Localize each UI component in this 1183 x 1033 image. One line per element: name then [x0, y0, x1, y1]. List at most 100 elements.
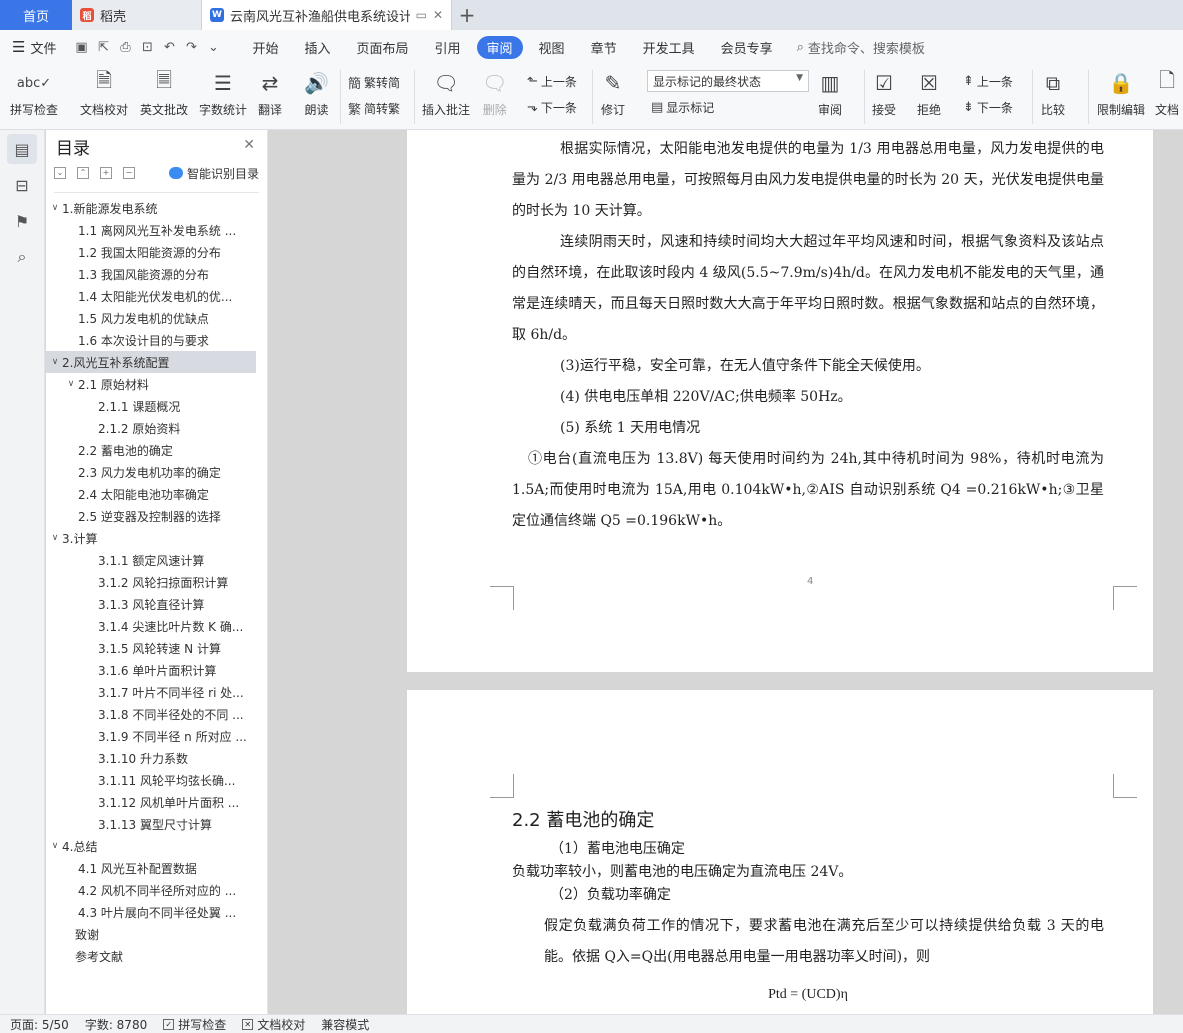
toc-item[interactable]: 4.1 风光互补配置数据	[46, 857, 256, 879]
reject-button[interactable]: ☒ 拒绝	[917, 68, 941, 118]
toc-item[interactable]: 2.5 逆变器及控制器的选择	[46, 505, 256, 527]
nav-pane-icon[interactable]: ⊟	[7, 170, 37, 200]
toc-item[interactable]: 致谢	[46, 923, 256, 945]
toc-item[interactable]: 3.1.4 尖速比叶片数 K 确...	[46, 615, 256, 637]
remove-item-icon[interactable]: −	[123, 167, 135, 179]
toc-item[interactable]: 3.1.5 风轮转速 N 计算	[46, 637, 256, 659]
menu-member[interactable]: 会员专享	[711, 36, 783, 59]
export-icon[interactable]: ⇱	[92, 40, 114, 55]
chevron-down-icon[interactable]: ∨	[48, 841, 62, 851]
toc-item[interactable]: 3.1.7 叶片不同半径 ri 处...	[46, 681, 256, 703]
close-icon[interactable]: ✕	[243, 137, 255, 153]
redo-icon[interactable]: ↷	[180, 40, 202, 55]
revise-button[interactable]: ✎ 修订	[601, 68, 625, 118]
menu-view[interactable]: 视图	[529, 36, 575, 59]
word-count-button[interactable]: ☰ 字数统计	[199, 68, 247, 118]
menu-references[interactable]: 引用	[425, 36, 471, 59]
menu-developer[interactable]: 开发工具	[633, 36, 705, 59]
toc-item[interactable]: 1.3 我国风能资源的分布	[46, 263, 256, 285]
toc-item[interactable]: ∨ 1.新能源发电系统	[46, 197, 256, 219]
toc-item[interactable]: 2.2 蓄电池的确定	[46, 439, 256, 461]
chevron-down-icon[interactable]: ∨	[48, 203, 62, 213]
toc-item[interactable]: 3.1.6 单叶片面积计算	[46, 659, 256, 681]
document-page[interactable]: 根据实际情况，太阳能电池发电提供的电量为 1/3 用电器总用电量，风力发电提供的…	[407, 130, 1153, 672]
delete-comment-button[interactable]: 🗨 删除	[482, 68, 507, 118]
toc-item[interactable]: 4.2 风机不同半径所对应的 ...	[46, 879, 256, 901]
toc-item[interactable]: 3.1.3 风轮直径计算	[46, 593, 256, 615]
word-count-indicator[interactable]: 字数: 8780	[85, 1016, 147, 1033]
tab-home[interactable]: 首页	[0, 0, 72, 30]
print-icon[interactable]: ⎙	[114, 40, 136, 55]
bookmark-icon[interactable]: ⚑	[7, 206, 37, 236]
collapse-all-icon[interactable]: ⌄	[54, 167, 66, 179]
toc-panel-icon[interactable]: ▤	[7, 134, 37, 164]
toc-item[interactable]: 1.1 离网风光互补发电系统 ...	[46, 219, 256, 241]
spell-check-toggle[interactable]: ✓ 拼写检查	[163, 1016, 226, 1033]
doc-proof-toggle[interactable]: ✕ 文档校对	[242, 1016, 305, 1033]
search-icon[interactable]: ⌕	[7, 242, 37, 272]
read-aloud-button[interactable]: 🔊 朗读	[304, 68, 329, 118]
doc-proof-button[interactable]: 🗎 文档校对	[80, 68, 128, 118]
print-preview-icon[interactable]: ⊡	[136, 40, 158, 55]
chevron-down-icon[interactable]: ∨	[48, 533, 62, 543]
menu-page-layout[interactable]: 页面布局	[347, 36, 419, 59]
toc-item[interactable]: ∨ 2.风光互补系统配置	[46, 351, 256, 373]
chevron-down-icon[interactable]: ∨	[64, 379, 78, 389]
new-tab-button[interactable]: +	[452, 0, 482, 30]
toc-item[interactable]: ∨ 2.1 原始材料	[46, 373, 256, 395]
save-icon[interactable]: ▣	[70, 40, 92, 55]
accept-button[interactable]: ☑ 接受	[872, 68, 896, 118]
insert-comment-button[interactable]: 🗨 插入批注	[422, 68, 470, 118]
toc-item[interactable]: 3.1.9 不同半径 n 所对应 ...	[46, 725, 256, 747]
compare-button[interactable]: ⧉ 比较	[1041, 68, 1065, 118]
toc-item[interactable]: 1.4 太阳能光伏发电机的优...	[46, 285, 256, 307]
review-pane-button[interactable]: ▥ 审阅	[818, 68, 842, 118]
add-item-icon[interactable]: +	[100, 167, 112, 179]
menu-start[interactable]: 开始	[242, 36, 288, 59]
toc-item[interactable]: 1.5 风力发电机的优缺点	[46, 307, 256, 329]
en-review-button[interactable]: 🗏 英文批改	[140, 68, 188, 118]
doc-permission-button[interactable]: 🗋 文档	[1155, 68, 1179, 118]
toc-item[interactable]: ∨ 3.计算	[46, 527, 256, 549]
menu-insert[interactable]: 插入	[294, 36, 340, 59]
toc-item[interactable]: 3.1.2 风轮扫掠面积计算	[46, 571, 256, 593]
toc-item[interactable]: 3.1.10 升力系数	[46, 747, 256, 769]
expand-up-icon[interactable]: ⌃	[77, 167, 89, 179]
markup-state-select[interactable]: 显示标记的最终状态 ▼	[647, 70, 809, 92]
document-page[interactable]: 2.2 蓄电池的确定 （1）蓄电池电压确定 负载功率较小，则蓄电池的电压确定为直…	[407, 690, 1153, 1014]
trad-to-simp-button[interactable]: 簡 繁转简	[348, 73, 400, 92]
toc-item[interactable]: 参考文献	[46, 945, 256, 967]
next-change-button[interactable]: ⇟ 下一条	[963, 99, 1013, 116]
tab-document[interactable]: W 云南风光互补渔船供电系统设计 ▭ ✕	[202, 0, 452, 30]
customize-chevron-icon[interactable]: ⌄	[202, 40, 224, 55]
document-area[interactable]: 根据实际情况，太阳能电池发电提供的电量为 1/3 用电器总用电量，风力发电提供的…	[269, 130, 1183, 1014]
toc-item[interactable]: 1.2 我国太阳能资源的分布	[46, 241, 256, 263]
next-comment-button[interactable]: ⬎ 下一条	[527, 99, 577, 116]
toc-item[interactable]: 3.1.11 风轮平均弦长确...	[46, 769, 256, 791]
tab-daoke[interactable]: 稻 稻壳	[72, 0, 202, 30]
spellcheck-button[interactable]: abc✓ 拼写检查	[10, 68, 58, 118]
toc-item[interactable]: 3.1.1 额定风速计算	[46, 549, 256, 571]
undo-icon[interactable]: ↶	[158, 40, 180, 55]
toc-item[interactable]: 4.3 叶片展向不同半径处翼 ...	[46, 901, 256, 923]
simp-to-trad-button[interactable]: 繁 简转繁	[348, 99, 400, 118]
toc-item[interactable]: 2.3 风力发电机功率的确定	[46, 461, 256, 483]
show-markup-button[interactable]: ▤ 显示标记	[651, 99, 714, 116]
monitor-icon[interactable]: ▭	[416, 8, 427, 22]
smart-toc-button[interactable]: 智能识别目录	[168, 165, 259, 182]
menu-chapter[interactable]: 章节	[581, 36, 627, 59]
restrict-edit-button[interactable]: 🔒 限制编辑	[1097, 68, 1145, 118]
toc-item[interactable]: ∨ 4.总结	[46, 835, 256, 857]
file-menu[interactable]: ☰ 文件	[12, 38, 56, 57]
menu-review[interactable]: 审阅	[476, 35, 523, 59]
toc-item[interactable]: 3.1.8 不同半径处的不同 ...	[46, 703, 256, 725]
command-search[interactable]: ⌕ 查找命令、搜索模板	[797, 38, 925, 57]
toc-item[interactable]: 1.6 本次设计目的与要求	[46, 329, 256, 351]
toc-item[interactable]: 3.1.12 风机单叶片面积 ...	[46, 791, 256, 813]
toc-item[interactable]: 3.1.13 翼型尺寸计算	[46, 813, 256, 835]
toc-item[interactable]: 2.1.2 原始资料	[46, 417, 256, 439]
toc-item[interactable]: 2.1.1 课题概况	[46, 395, 256, 417]
translate-button[interactable]: ⇄ 翻译	[258, 68, 282, 118]
close-icon[interactable]: ✕	[433, 8, 443, 22]
prev-change-button[interactable]: ⇞ 上一条	[963, 73, 1013, 90]
